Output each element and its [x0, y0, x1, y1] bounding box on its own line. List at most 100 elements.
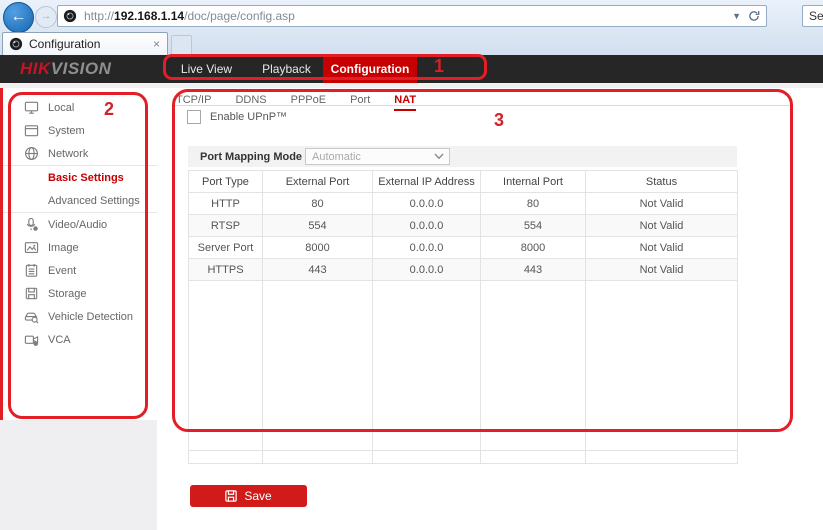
sidebar-item-storage[interactable]: Storage [0, 282, 157, 305]
table-row: HTTP 80 0.0.0.0 80 Not Valid [189, 193, 738, 215]
table-cell [189, 281, 263, 451]
window-icon [24, 123, 39, 138]
sidebar-item-label: Vehicle Detection [48, 310, 133, 323]
content-tab-tcp-ip[interactable]: TCP/IP [176, 94, 211, 109]
table-cell [373, 281, 481, 451]
url-scheme: http:// [84, 9, 115, 23]
port-mapping-table: Port Type External Port External IP Addres… [188, 170, 738, 464]
screenshot-stage: ← → http:// 192.168.1.14 /doc/page/confi… [0, 0, 823, 530]
nav-tab-live-view[interactable]: Live View [163, 55, 250, 83]
content-tabstrip: TCP/IP DDNS PPPoE Port NAT [172, 90, 790, 111]
table-cell [263, 281, 373, 451]
tab-favicon-camera-icon [9, 37, 23, 51]
table-cell [586, 281, 738, 451]
table-cell: HTTP [189, 193, 263, 215]
table-cell: Not Valid [586, 193, 738, 215]
address-bar[interactable]: http:// 192.168.1.14 /doc/page/config.as… [57, 5, 767, 27]
save-button[interactable]: Save [190, 485, 307, 507]
table-cell: 443 [481, 259, 586, 281]
nav-tab-playback[interactable]: Playback [250, 55, 323, 83]
camera-icon [24, 332, 39, 347]
port-mapping-label: Port Mapping Mode [200, 150, 303, 163]
content-tab-nat[interactable]: NAT [394, 94, 417, 111]
appbar-nav: Live View Playback Configuration [163, 55, 417, 83]
table-cell: 0.0.0.0 [373, 237, 481, 259]
url-path: /doc/page/config.asp [184, 9, 295, 23]
browser-toolbar: ← → http:// 192.168.1.14 /doc/page/confi… [0, 0, 823, 56]
sidebar-item-vehicle-detection[interactable]: Vehicle Detection [0, 305, 157, 328]
table-empty-row [189, 281, 738, 451]
tab-close-icon[interactable]: × [153, 37, 160, 51]
enable-upnp-label: Enable UPnP™ [210, 111, 288, 123]
port-mapping-mode-select[interactable]: Automatic [305, 148, 450, 165]
table-header-cell: External Port [263, 171, 373, 193]
table-cell: RTSP [189, 215, 263, 237]
table-cell [586, 451, 738, 464]
table-cell [263, 451, 373, 464]
table-header-cell: Status [586, 171, 738, 193]
table-cell: Server Port [189, 237, 263, 259]
sidebar-item-system[interactable]: System [0, 119, 157, 142]
address-dropdown-icon[interactable]: ▼ [727, 11, 746, 21]
table-cell [481, 281, 586, 451]
browser-tab-configuration[interactable]: Configuration × [2, 32, 168, 55]
content-tab-port[interactable]: Port [350, 94, 370, 109]
hikvision-logo: HIK VISION [20, 55, 111, 83]
sidebar-item-label: Image [48, 241, 79, 254]
url-host: 192.168.1.14 [114, 9, 185, 23]
sidebar-item-image[interactable]: Image [0, 236, 157, 259]
vehicle-search-icon [24, 309, 39, 324]
table-cell: Not Valid [586, 237, 738, 259]
site-favicon-camera-icon [63, 9, 77, 23]
globe-icon [24, 146, 39, 161]
port-mapping-row: Port Mapping Mode Automatic [188, 146, 737, 167]
browser-search-input[interactable]: Se [802, 5, 823, 27]
image-icon [24, 240, 39, 255]
save-button-label: Save [244, 489, 272, 503]
microphone-icon [24, 217, 39, 232]
table-cell: 443 [263, 259, 373, 281]
sidebar-item-label: Video/Audio [48, 218, 108, 231]
new-tab-button[interactable] [171, 35, 192, 56]
content-tab-pppoe[interactable]: PPPoE [291, 94, 326, 109]
sidebar-item-advanced-settings[interactable]: Advanced Settings [0, 189, 157, 212]
browser-forward-button[interactable]: → [35, 6, 57, 28]
enable-upnp-checkbox[interactable] [187, 110, 201, 124]
table-row: Server Port 8000 0.0.0.0 8000 Not Valid [189, 237, 738, 259]
table-header-row: Port Type External Port External IP Addres… [189, 171, 738, 193]
enable-upnp-row: Enable UPnP™ [187, 110, 287, 124]
table-cell: 554 [481, 215, 586, 237]
table-cell: 80 [481, 193, 586, 215]
nav-tab-configuration[interactable]: Configuration [323, 55, 417, 83]
refresh-icon[interactable] [746, 10, 766, 22]
sidebar-item-local[interactable]: Local [0, 96, 157, 119]
sidebar-item-event[interactable]: Event [0, 259, 157, 282]
content-tab-ddns[interactable]: DDNS [235, 94, 266, 109]
sidebar-item-label: Basic Settings [48, 171, 124, 184]
sidebar-menu: Local System Network Basic Settings Advanced… [0, 96, 157, 351]
table-cell: 0.0.0.0 [373, 193, 481, 215]
sidebar-item-vca[interactable]: VCA [0, 328, 157, 351]
search-text: Se [809, 9, 823, 23]
table-cell: 8000 [481, 237, 586, 259]
table-cell [189, 451, 263, 464]
table-cell: Not Valid [586, 215, 738, 237]
sidebar-item-network[interactable]: Network [0, 142, 157, 165]
sidebar-item-label: Event [48, 264, 77, 277]
sidebar-item-basic-settings[interactable]: Basic Settings [0, 166, 157, 189]
table-cell: 8000 [263, 237, 373, 259]
sidebar-item-video-audio[interactable]: Video/Audio [0, 213, 157, 236]
table-header-cell: Internal Port [481, 171, 586, 193]
sidebar-item-label: Advanced Settings [48, 194, 140, 207]
table-header-cell: External IP Address [373, 171, 481, 193]
table-row: RTSP 554 0.0.0.0 554 Not Valid [189, 215, 738, 237]
table-header-cell: Port Type [189, 171, 263, 193]
floppy-icon [24, 286, 39, 301]
sidebar-item-label: Local [48, 101, 75, 114]
browser-back-button[interactable]: ← [3, 2, 34, 33]
table-empty-row [189, 451, 738, 464]
table-row: HTTPS 443 0.0.0.0 443 Not Valid [189, 259, 738, 281]
logo-vision: VISION [50, 59, 112, 78]
table-cell: 554 [263, 215, 373, 237]
calendar-icon [24, 263, 39, 278]
